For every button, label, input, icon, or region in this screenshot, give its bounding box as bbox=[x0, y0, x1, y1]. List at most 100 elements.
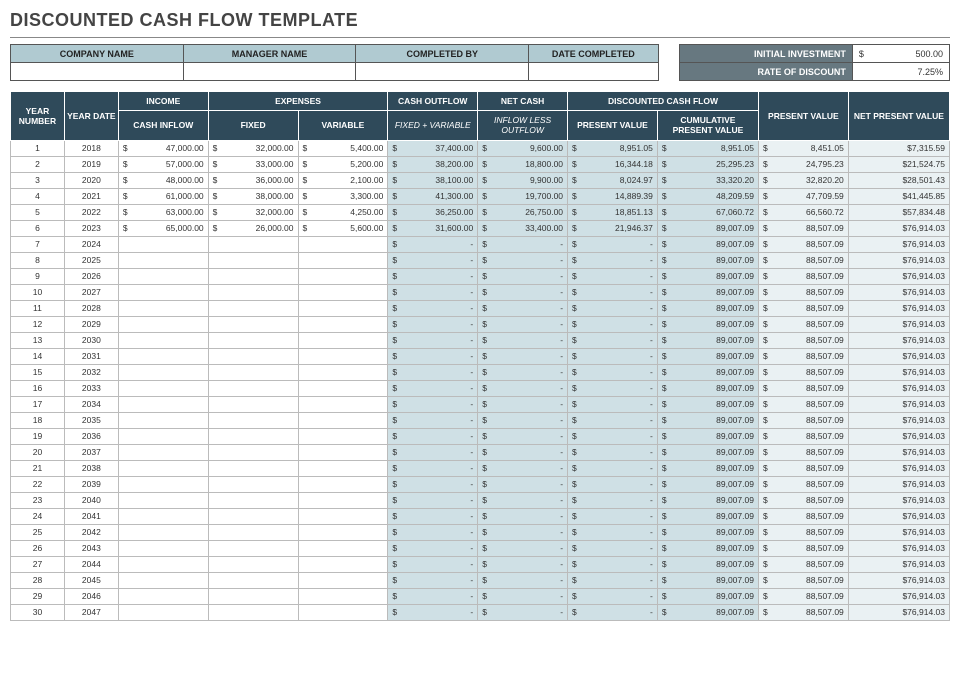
cell-fixed[interactable] bbox=[208, 444, 298, 460]
cell-variable[interactable] bbox=[298, 540, 388, 556]
cell-variable[interactable]: $5,400.00 bbox=[298, 140, 388, 156]
cell-cumulative-pv[interactable]: $89,007.09 bbox=[657, 316, 758, 332]
cell-cumulative-pv[interactable]: $89,007.09 bbox=[657, 236, 758, 252]
cell-cash-outflow[interactable]: $- bbox=[388, 476, 478, 492]
cell-net-present-value[interactable]: $76,914.03 bbox=[848, 572, 949, 588]
cell-cash-inflow[interactable] bbox=[118, 444, 208, 460]
cell-variable[interactable] bbox=[298, 476, 388, 492]
cell-net-present-value[interactable]: $76,914.03 bbox=[848, 236, 949, 252]
cell-cash-inflow[interactable] bbox=[118, 268, 208, 284]
cell-year-number[interactable]: 11 bbox=[11, 300, 65, 316]
cell-cumulative-pv[interactable]: $89,007.09 bbox=[657, 412, 758, 428]
cell-net-cash[interactable]: $- bbox=[478, 364, 568, 380]
cell-net-cash[interactable]: $9,600.00 bbox=[478, 140, 568, 156]
cell-fixed[interactable] bbox=[208, 236, 298, 252]
cell-year-date[interactable]: 2029 bbox=[64, 316, 118, 332]
cell-cash-outflow[interactable]: $- bbox=[388, 588, 478, 604]
cell-cash-inflow[interactable] bbox=[118, 428, 208, 444]
cell-net-present-value[interactable]: $76,914.03 bbox=[848, 348, 949, 364]
cell-cash-inflow[interactable] bbox=[118, 412, 208, 428]
cell-present-value2[interactable]: $88,507.09 bbox=[758, 284, 848, 300]
cell-variable[interactable] bbox=[298, 428, 388, 444]
cell-present-value[interactable]: $8,951.05 bbox=[568, 140, 658, 156]
cell-variable[interactable] bbox=[298, 316, 388, 332]
cell-fixed[interactable] bbox=[208, 492, 298, 508]
cell-year-date[interactable]: 2023 bbox=[64, 220, 118, 236]
cell-net-cash[interactable]: $26,750.00 bbox=[478, 204, 568, 220]
cell-cash-inflow[interactable] bbox=[118, 300, 208, 316]
cell-variable[interactable]: $5,200.00 bbox=[298, 156, 388, 172]
cell-present-value2[interactable]: $88,507.09 bbox=[758, 540, 848, 556]
cell-fixed[interactable] bbox=[208, 460, 298, 476]
cell-cumulative-pv[interactable]: $8,951.05 bbox=[657, 140, 758, 156]
cell-net-present-value[interactable]: $57,834.48 bbox=[848, 204, 949, 220]
cell-year-number[interactable]: 27 bbox=[11, 556, 65, 572]
cell-net-present-value[interactable]: $76,914.03 bbox=[848, 492, 949, 508]
cell-cumulative-pv[interactable]: $33,320.20 bbox=[657, 172, 758, 188]
cell-cumulative-pv[interactable]: $89,007.09 bbox=[657, 220, 758, 236]
cell-fixed[interactable] bbox=[208, 604, 298, 620]
cell-present-value2[interactable]: $88,507.09 bbox=[758, 316, 848, 332]
cell-present-value2[interactable]: $47,709.59 bbox=[758, 188, 848, 204]
cell-variable[interactable] bbox=[298, 524, 388, 540]
cell-variable[interactable] bbox=[298, 252, 388, 268]
cell-year-date[interactable]: 2047 bbox=[64, 604, 118, 620]
cell-present-value[interactable]: $14,889.39 bbox=[568, 188, 658, 204]
cell-fixed[interactable]: $36,000.00 bbox=[208, 172, 298, 188]
cell-year-number[interactable]: 24 bbox=[11, 508, 65, 524]
cell-year-number[interactable]: 22 bbox=[11, 476, 65, 492]
cell-year-date[interactable]: 2030 bbox=[64, 332, 118, 348]
cell-cumulative-pv[interactable]: $89,007.09 bbox=[657, 476, 758, 492]
cell-net-present-value[interactable]: $76,914.03 bbox=[848, 220, 949, 236]
cell-cumulative-pv[interactable]: $89,007.09 bbox=[657, 588, 758, 604]
cell-year-number[interactable]: 8 bbox=[11, 252, 65, 268]
cell-variable[interactable] bbox=[298, 348, 388, 364]
cell-present-value2[interactable]: $88,507.09 bbox=[758, 492, 848, 508]
cell-variable[interactable] bbox=[298, 380, 388, 396]
cell-cash-inflow[interactable]: $48,000.00 bbox=[118, 172, 208, 188]
cell-net-cash[interactable]: $- bbox=[478, 588, 568, 604]
cell-fixed[interactable] bbox=[208, 316, 298, 332]
cell-year-number[interactable]: 15 bbox=[11, 364, 65, 380]
cell-year-number[interactable]: 3 bbox=[11, 172, 65, 188]
cell-cash-outflow[interactable]: $- bbox=[388, 556, 478, 572]
cell-fixed[interactable] bbox=[208, 396, 298, 412]
cell-fixed[interactable] bbox=[208, 348, 298, 364]
cell-variable[interactable] bbox=[298, 396, 388, 412]
cell-cumulative-pv[interactable]: $89,007.09 bbox=[657, 284, 758, 300]
cell-net-cash[interactable]: $- bbox=[478, 444, 568, 460]
cell-cash-inflow[interactable] bbox=[118, 396, 208, 412]
cell-present-value2[interactable]: $88,507.09 bbox=[758, 332, 848, 348]
cell-present-value2[interactable]: $88,507.09 bbox=[758, 588, 848, 604]
cell-present-value2[interactable]: $24,795.23 bbox=[758, 156, 848, 172]
cell-cash-inflow[interactable] bbox=[118, 476, 208, 492]
cell-year-number[interactable]: 20 bbox=[11, 444, 65, 460]
cell-present-value2[interactable]: $88,507.09 bbox=[758, 508, 848, 524]
cell-year-date[interactable]: 2038 bbox=[64, 460, 118, 476]
cell-fixed[interactable]: $33,000.00 bbox=[208, 156, 298, 172]
cell-present-value[interactable]: $- bbox=[568, 284, 658, 300]
cell-year-date[interactable]: 2025 bbox=[64, 252, 118, 268]
cell-fixed[interactable] bbox=[208, 332, 298, 348]
cell-fixed[interactable] bbox=[208, 284, 298, 300]
cell-net-present-value[interactable]: $76,914.03 bbox=[848, 364, 949, 380]
cell-present-value2[interactable]: $88,507.09 bbox=[758, 220, 848, 236]
cell-cash-outflow[interactable]: $- bbox=[388, 604, 478, 620]
cell-net-present-value[interactable]: $41,445.85 bbox=[848, 188, 949, 204]
cell-variable[interactable] bbox=[298, 604, 388, 620]
cell-net-cash[interactable]: $9,900.00 bbox=[478, 172, 568, 188]
cell-cash-inflow[interactable]: $47,000.00 bbox=[118, 140, 208, 156]
cell-present-value2[interactable]: $88,507.09 bbox=[758, 348, 848, 364]
cell-year-date[interactable]: 2043 bbox=[64, 540, 118, 556]
cell-cash-outflow[interactable]: $- bbox=[388, 412, 478, 428]
cell-year-number[interactable]: 7 bbox=[11, 236, 65, 252]
cell-net-cash[interactable]: $- bbox=[478, 348, 568, 364]
cell-variable[interactable]: $5,600.00 bbox=[298, 220, 388, 236]
cell-net-cash[interactable]: $- bbox=[478, 332, 568, 348]
cell-variable[interactable] bbox=[298, 412, 388, 428]
cell-cumulative-pv[interactable]: $89,007.09 bbox=[657, 444, 758, 460]
cell-variable[interactable] bbox=[298, 268, 388, 284]
cell-cash-outflow[interactable]: $31,600.00 bbox=[388, 220, 478, 236]
cell-net-present-value[interactable]: $76,914.03 bbox=[848, 604, 949, 620]
cell-net-present-value[interactable]: $76,914.03 bbox=[848, 524, 949, 540]
